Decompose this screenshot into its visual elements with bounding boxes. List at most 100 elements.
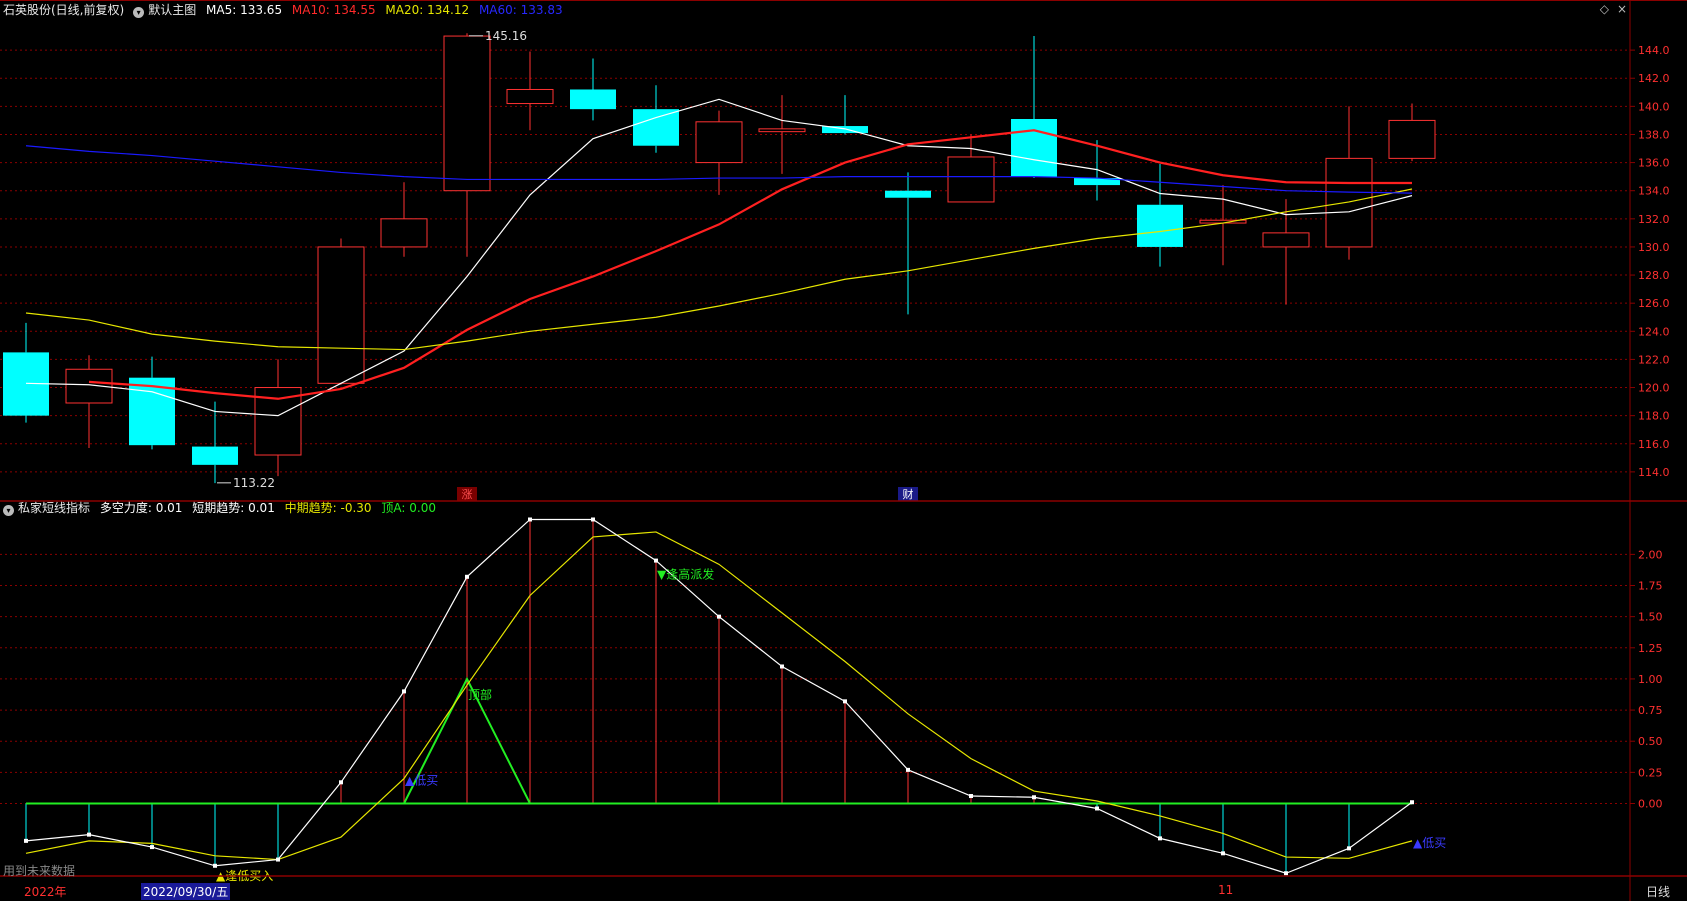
main-chart-header: 石英股份(日线,前复权) ▾ 默认主图 MA5: 133.65 MA10: 134.…: [0, 0, 569, 20]
duokong-point: [654, 558, 658, 563]
candle: [254, 359, 302, 477]
candle: [380, 182, 428, 257]
candle: [192, 401, 238, 484]
date-cursor: 2022/09/30/五: [141, 883, 231, 900]
candle-body: [885, 190, 931, 198]
main-tick-label: 138.0: [1638, 128, 1670, 141]
indicator-tick-label: 0.50: [1638, 735, 1663, 748]
duokong-point: [843, 699, 847, 704]
duokong-point: [339, 780, 343, 785]
duokong-point: [1410, 800, 1414, 805]
indicator-name[interactable]: 私家短线指标: [18, 501, 90, 515]
ma20-line: [25, 188, 1413, 351]
candle-body: [506, 88, 554, 105]
candle: [506, 51, 554, 131]
main-tick-label: 132.0: [1638, 213, 1670, 226]
indicator-header: ▾ 私家短线指标 多空力度: 0.01 短期趋势: 0.01 中期趋势: -0.3…: [0, 498, 442, 518]
chart-canvas[interactable]: 145.16113.22涨财 ▲逢低买入▲低买顶部▼逢高派发▲低买 114.01…: [0, 0, 1687, 901]
signal-label: ▲低买: [405, 774, 438, 788]
candle-body: [1137, 204, 1183, 247]
event-badge-label: 财: [903, 487, 914, 501]
indicator-tick-label: 0.25: [1638, 766, 1663, 779]
indicator-tick-label: 1.75: [1638, 580, 1663, 593]
candle-body: [947, 156, 995, 203]
candle-body: [570, 89, 616, 110]
top-a-label: 顶A: 0.00: [381, 501, 436, 515]
duokong-point: [1032, 795, 1036, 800]
chevron-down-icon[interactable]: ▾: [133, 7, 145, 18]
duokong-point: [402, 689, 406, 694]
extreme-label: 113.22: [233, 476, 275, 490]
chevron-down-icon[interactable]: ▾: [3, 505, 14, 516]
mid-trend-label: 中期趋势: -0.30: [284, 501, 372, 515]
main-tick-label: 136.0: [1638, 157, 1670, 170]
candle-body: [633, 109, 679, 146]
duokong-point: [591, 517, 595, 522]
period-label[interactable]: 日线: [1646, 883, 1670, 900]
indicator-tick-label: 1.25: [1638, 642, 1663, 655]
ma20-label: MA20: 134.12: [385, 3, 470, 17]
close-icon[interactable]: ×: [1617, 2, 1627, 16]
main-tick-label: 128.0: [1638, 269, 1670, 282]
main-tick-label: 134.0: [1638, 185, 1670, 198]
candle: [633, 85, 679, 153]
candle: [1137, 163, 1183, 267]
main-tick-label: 118.0: [1638, 410, 1670, 423]
ma10-label: MA10: 134.55: [291, 3, 376, 17]
year-label: 2022年: [24, 885, 67, 899]
event-badge-label: 涨: [462, 488, 473, 501]
duokong-point: [1221, 851, 1225, 856]
candle: [443, 33, 491, 257]
main-tick-label: 140.0: [1638, 100, 1670, 113]
main-tick-label: 116.0: [1638, 438, 1670, 451]
duokong-point: [1095, 806, 1099, 811]
future-data-note: 用到未来数据: [3, 864, 76, 878]
indicator-tick-label: 0.00: [1638, 797, 1663, 810]
indicator-tick-label: 1.00: [1638, 673, 1663, 686]
indicator-tick-label: 0.75: [1638, 704, 1663, 717]
window-controls: ◇ ×: [1592, 2, 1627, 16]
candle: [947, 134, 995, 203]
duokong-point: [150, 845, 154, 850]
candle-body: [1262, 232, 1310, 248]
duokong-point: [969, 794, 973, 799]
candle: [317, 238, 365, 385]
main-tick-label: 114.0: [1638, 466, 1670, 479]
duokong-point: [780, 664, 784, 669]
indicator-tick-label: 2.00: [1638, 548, 1663, 561]
stock-title[interactable]: 石英股份(日线,前复权): [3, 3, 124, 17]
candle: [570, 58, 616, 121]
diamond-icon[interactable]: ◇: [1600, 2, 1609, 16]
duokong-point: [87, 832, 91, 837]
ma5-label: MA5: 133.65: [206, 3, 283, 17]
candle: [1388, 103, 1436, 162]
candle: [129, 356, 175, 450]
duokong-point: [717, 614, 721, 619]
candle-body: [695, 121, 743, 164]
candle-body: [1388, 119, 1436, 159]
short-trend-label: 短期趋势: 0.01: [192, 501, 275, 515]
candle-body: [380, 218, 428, 248]
main-tick-label: 126.0: [1638, 297, 1670, 310]
duokong-point: [1158, 836, 1162, 841]
main-tick-label: 130.0: [1638, 241, 1670, 254]
main-chart-name[interactable]: 默认主图: [148, 3, 196, 17]
signal-label: ▼逢高派发: [657, 567, 714, 582]
main-tick-label: 124.0: [1638, 325, 1670, 338]
candle-body: [1325, 157, 1373, 248]
duokong-point: [213, 863, 217, 868]
candle-body: [443, 35, 491, 192]
signal-label: 顶部: [468, 687, 492, 702]
candle: [65, 355, 113, 448]
signal-label: ▲低买: [1413, 836, 1446, 850]
duokong-label: 多空力度: 0.01: [99, 501, 183, 515]
duokong-point: [528, 517, 532, 522]
candle: [695, 110, 743, 195]
main-tick-label: 142.0: [1638, 72, 1670, 85]
main-tick-label: 144.0: [1638, 44, 1670, 57]
duokong-point: [24, 838, 28, 843]
candle: [885, 172, 931, 315]
duokong-point: [465, 574, 469, 579]
duokong-point: [1284, 871, 1288, 876]
extreme-label: 145.16: [485, 29, 527, 43]
